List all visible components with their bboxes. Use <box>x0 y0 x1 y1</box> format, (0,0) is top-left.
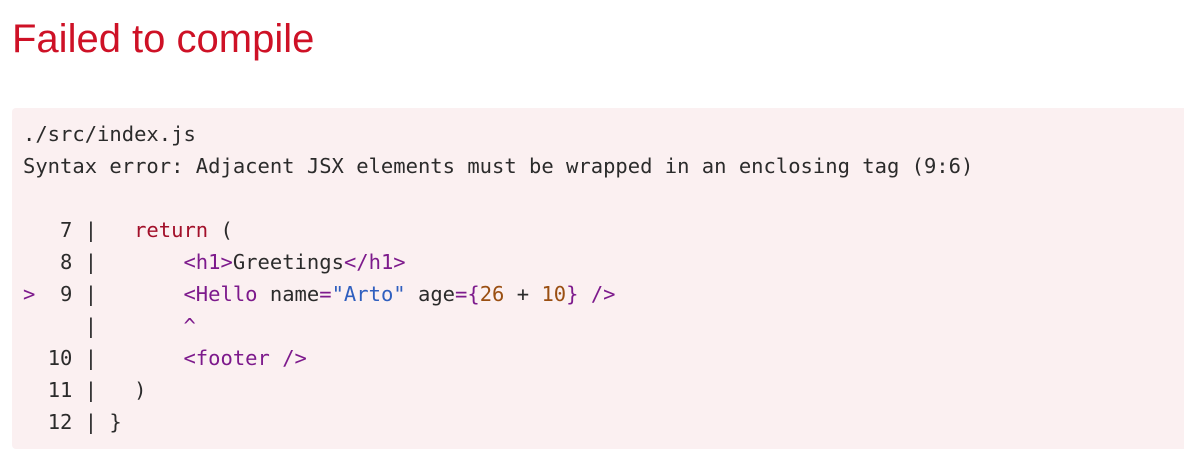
code-token: ={ <box>455 282 480 306</box>
code-line: 10 | <footer /> <box>23 342 1184 374</box>
code-token: + <box>504 282 542 306</box>
code-token: } <box>97 410 122 434</box>
error-overlay-code-box: ./src/index.js Syntax error: Adjacent JS… <box>12 108 1184 449</box>
code-token: /> <box>590 282 616 306</box>
gutter-separator: | <box>72 250 98 274</box>
error-message: Syntax error: Adjacent JSX elements must… <box>23 154 974 178</box>
error-line-marker <box>23 346 35 370</box>
error-caret: ^ <box>183 314 196 338</box>
error-line-marker <box>23 250 35 274</box>
gutter-separator: | <box>72 282 98 306</box>
error-file-path: ./src/index.js <box>23 122 196 146</box>
line-number <box>48 314 73 338</box>
line-number: 10 <box>47 346 73 370</box>
code-token: "Arto" <box>331 282 406 306</box>
line-number: 7 <box>47 218 73 242</box>
gutter-separator: | <box>72 218 98 242</box>
code-token: </h1> <box>343 250 406 274</box>
code-token: name <box>257 282 320 306</box>
error-line-marker <box>23 378 35 402</box>
code-token: = <box>319 282 332 306</box>
code-token: <Hello <box>183 282 258 306</box>
code-line: 7 | return ( <box>23 214 1184 246</box>
code-line: 11 | ) <box>23 374 1184 406</box>
code-line: 12 | } <box>23 406 1184 438</box>
code-frame: 7 | return ( 8 | <h1>Greetings</h1> > 9 |… <box>23 214 1184 438</box>
code-token: ) <box>97 378 147 402</box>
error-title: Failed to compile <box>12 17 315 61</box>
code-token: 26 <box>479 282 505 306</box>
error-line-marker <box>23 218 35 242</box>
gutter-separator: | <box>72 314 98 338</box>
code-token: Greetings <box>232 250 344 274</box>
line-number: 11 <box>47 378 73 402</box>
gutter-separator: | <box>72 346 98 370</box>
code-token: ( <box>208 218 233 242</box>
error-line-marker <box>23 314 35 338</box>
line-number: 8 <box>47 250 73 274</box>
gutter-separator: | <box>72 410 98 434</box>
code-token: <h1> <box>183 250 233 274</box>
code-token: 10 <box>541 282 567 306</box>
code-token: return <box>134 218 209 242</box>
error-line-marker: > <box>23 282 36 306</box>
line-number: 12 <box>47 410 73 434</box>
gutter-separator: | <box>72 378 98 402</box>
code-line: | ^ <box>23 310 1184 342</box>
code-line: > 9 | <Hello name="Arto" age={26 + 10} /… <box>23 278 1184 310</box>
code-token: <footer <box>183 346 270 370</box>
code-token: } <box>566 282 579 306</box>
error-line-marker <box>23 410 35 434</box>
line-number: 9 <box>47 282 73 306</box>
code-line: 8 | <h1>Greetings</h1> <box>23 246 1184 278</box>
code-token: /> <box>282 346 307 370</box>
code-token: age <box>405 282 456 306</box>
